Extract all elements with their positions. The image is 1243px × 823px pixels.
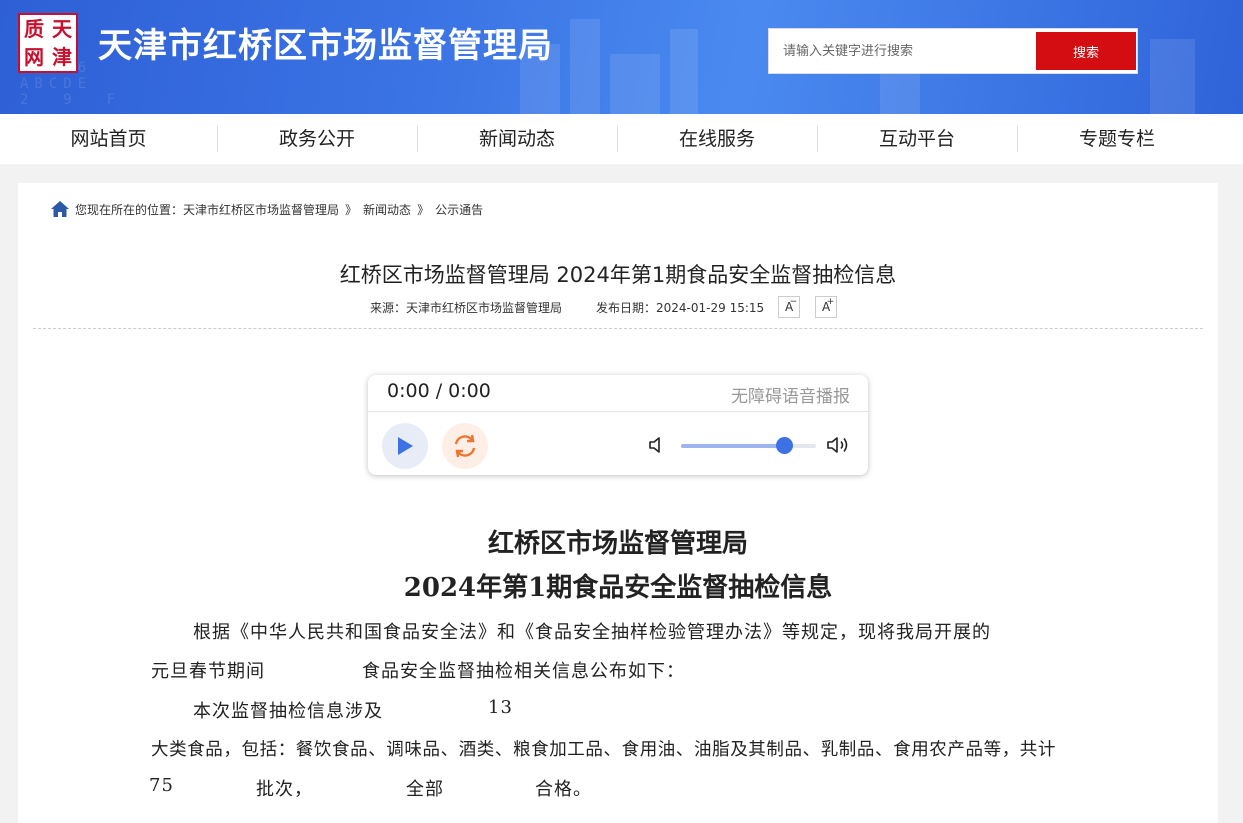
home-icon [51,201,69,217]
article-source: 来源：天津市红桥区市场监督管理局 [370,300,563,315]
breadcrumb-link-home[interactable]: 天津市红桥区市场监督管理局 [183,201,339,218]
document-title-line2: 2024年第1期食品安全监督抽检信息 [403,573,833,603]
nav-item-online-services[interactable]: 在线服务 [617,114,817,164]
breadcrumb-link-notices[interactable]: 公示通告 [435,201,483,218]
paragraph-text: 本次监督抽检信息涉及 [193,701,383,722]
banner-building [670,29,698,114]
player-divider [368,411,868,412]
dashed-divider [33,328,1203,329]
breadcrumb-separator: 》 [345,202,358,217]
play-icon [398,437,413,455]
volume-low-icon[interactable] [648,436,664,454]
site-logo[interactable]: 质 天 网 津 [18,13,78,73]
article-date: 发布日期：2024-01-29 15:15 [596,300,765,315]
breadcrumb-link-news[interactable]: 新闻动态 [363,201,411,218]
player-label: 无障碍语音播报 [731,387,850,407]
paragraph-text: 13 [488,697,513,718]
volume-slider-fill [681,444,785,448]
search-button[interactable]: 搜索 [1036,32,1136,70]
paragraph-text: 食品安全监督抽检相关信息公布如下： [362,661,685,682]
plus-icon: + [826,297,835,307]
volume-slider-knob[interactable] [776,437,794,454]
banner-building [610,54,660,114]
paragraph-text: 合格。 [535,779,592,800]
font-decrease-button[interactable]: A − [778,296,801,318]
paragraph-text: 批次， [256,779,313,800]
logo-char: 质 [24,17,44,41]
banner-building [570,19,600,114]
content-panel: 您现在所在的位置： 天津市红桥区市场监督管理局 》 新闻动态 》 公示通告 红桥… [18,183,1218,823]
audio-player: 0:00 / 0:00 无障碍语音播报 [368,375,868,475]
paragraph-text: 元旦春节期间 [151,661,265,682]
nav-item-home[interactable]: 网站首页 [0,114,217,164]
article-title: 红桥区市场监督管理局 2024年第1期食品安全监督抽检信息 [339,263,897,287]
volume-high-icon[interactable] [826,435,852,455]
paragraph-text: 大类食品，包括：餐饮食品、调味品、酒类、粮食加工品、食用油、油脂及其制品、乳制品… [151,740,1056,760]
loop-button[interactable] [442,423,488,469]
logo-char: 网 [24,45,44,69]
nav-item-news[interactable]: 新闻动态 [417,114,617,164]
minus-icon: − [789,297,798,307]
breadcrumb: 您现在所在的位置： 天津市红桥区市场监督管理局 》 新闻动态 》 公示通告 [50,200,483,218]
nav-item-government-affairs[interactable]: 政务公开 [217,114,417,164]
play-button[interactable] [382,423,428,469]
search-input[interactable] [769,29,1035,73]
site-header: 23 6ABCDE2 9 F 质 天 网 津 天津市红桥区市场监督管理局 搜索 [0,0,1243,114]
article-meta: 来源：天津市红桥区市场监督管理局 发布日期：2024-01-29 15:15 A… [370,296,838,318]
volume-slider[interactable] [681,437,816,454]
banner-building [1150,39,1195,114]
font-increase-button[interactable]: A + [815,296,838,318]
document-title-line1: 红桥区市场监督管理局 [487,529,748,559]
breadcrumb-prefix: 您现在所在的位置： [75,202,184,217]
breadcrumb-separator: 》 [417,202,430,217]
logo-char: 津 [52,45,72,69]
player-time: 0:00 / 0:00 [387,380,491,402]
nav-item-interaction[interactable]: 互动平台 [817,114,1017,164]
paragraph-text: 根据《中华人民共和国食品安全法》和《食品安全抽样检验管理办法》等规定，现将我局开… [193,622,991,643]
site-title[interactable]: 天津市红桥区市场监督管理局 [98,18,553,67]
main-nav: 网站首页 政务公开 新闻动态 在线服务 互动平台 专题专栏 [0,114,1243,164]
paragraph-text: 75 [149,775,174,796]
search-box: 搜索 [768,28,1138,74]
nav-item-special-topics[interactable]: 专题专栏 [1017,114,1217,164]
loop-icon [454,434,476,458]
logo-char: 天 [52,17,72,41]
paragraph-text: 全部 [406,779,444,800]
banner-building [880,74,920,114]
